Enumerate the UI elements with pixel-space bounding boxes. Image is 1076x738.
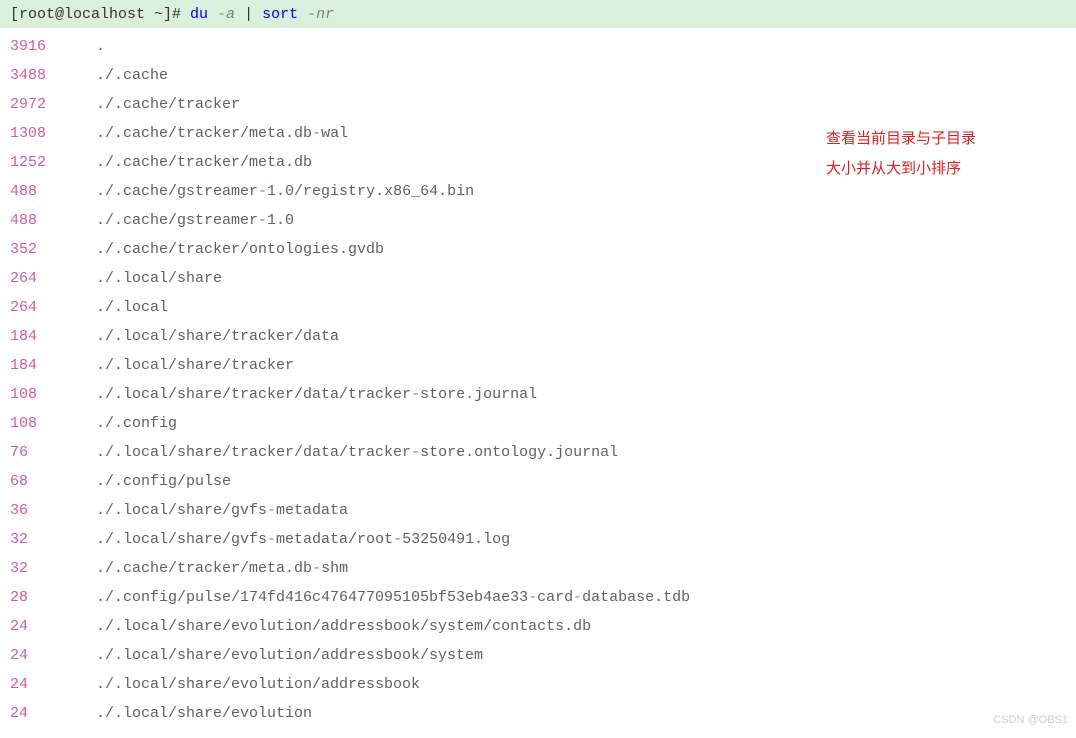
pipe-symbol: |: [244, 6, 262, 23]
size-value: 32: [10, 560, 96, 577]
shell-prompt: [root@localhost ~]#: [10, 6, 190, 23]
path-value: ./.local/share/evolution/addressbook/sys…: [96, 647, 483, 664]
path-value: ./.local/share/gvfs-metadata: [96, 502, 348, 519]
size-value: 352: [10, 241, 96, 258]
output-row: 32./.cache/tracker/meta.db-shm: [10, 554, 1066, 583]
path-value: ./.cache/tracker/ontologies.gvdb: [96, 241, 384, 258]
option-nr: -nr: [298, 6, 334, 23]
path-value: ./.cache/gstreamer-1.0/registry.x86_64.b…: [96, 183, 474, 200]
path-value: ./.local/share: [96, 270, 222, 287]
path-value: ./.cache/tracker/meta.db-wal: [96, 125, 348, 142]
size-value: 3488: [10, 67, 96, 84]
output-row: 2972./.cache/tracker: [10, 90, 1066, 119]
output-row: 264./.local/share: [10, 264, 1066, 293]
path-value: ./.cache/tracker/meta.db: [96, 154, 312, 171]
watermark: CSDN @OBS1: [993, 714, 1068, 726]
size-value: 184: [10, 328, 96, 345]
output-row: 24./.local/share/evolution/addressbook/s…: [10, 641, 1066, 670]
path-value: ./.cache/tracker/meta.db-shm: [96, 560, 348, 577]
output-row: 24./.local/share/evolution/addressbook: [10, 670, 1066, 699]
size-value: 3916: [10, 38, 96, 55]
path-value: ./.local/share/tracker/data: [96, 328, 339, 345]
path-value: ./.local/share/tracker/data/tracker-stor…: [96, 386, 537, 403]
size-value: 76: [10, 444, 96, 461]
size-value: 108: [10, 386, 96, 403]
path-value: ./.local/share/tracker/data/tracker-stor…: [96, 444, 618, 461]
path-value: ./.local: [96, 299, 168, 316]
annotation-line1: 查看当前目录与子目录: [826, 124, 976, 154]
output-row: 28./.config/pulse/174fd416c476477095105b…: [10, 583, 1066, 612]
size-value: 1252: [10, 154, 96, 171]
size-value: 184: [10, 357, 96, 374]
annotation-text: 查看当前目录与子目录 大小并从大到小排序: [826, 124, 976, 184]
output-row: 488./.cache/gstreamer-1.0: [10, 206, 1066, 235]
command-sort: sort: [262, 6, 298, 23]
path-value: ./.local/share/evolution/addressbook/sys…: [96, 618, 591, 635]
output-row: 76./.local/share/tracker/data/tracker-st…: [10, 438, 1066, 467]
output-row: 32./.local/share/gvfs-metadata/root-5325…: [10, 525, 1066, 554]
output-row: 24./.local/share/evolution: [10, 699, 1066, 728]
size-value: 108: [10, 415, 96, 432]
output-row: 36./.local/share/gvfs-metadata: [10, 496, 1066, 525]
output-row: 184./.local/share/tracker/data: [10, 322, 1066, 351]
option-a: -a: [208, 6, 244, 23]
size-value: 24: [10, 676, 96, 693]
output-row: 352./.cache/tracker/ontologies.gvdb: [10, 235, 1066, 264]
path-value: ./.cache/gstreamer-1.0: [96, 212, 294, 229]
size-value: 488: [10, 183, 96, 200]
size-value: 68: [10, 473, 96, 490]
output-row: 3916.: [10, 32, 1066, 61]
output-row: 108./.local/share/tracker/data/tracker-s…: [10, 380, 1066, 409]
path-value: ./.local/share/gvfs-metadata/root-532504…: [96, 531, 510, 548]
size-value: 2972: [10, 96, 96, 113]
size-value: 24: [10, 647, 96, 664]
path-value: ./.cache: [96, 67, 168, 84]
path-value: ./.local/share/evolution/addressbook: [96, 676, 420, 693]
path-value: ./.config/pulse/174fd416c476477095105bf5…: [96, 589, 690, 606]
size-value: 32: [10, 531, 96, 548]
size-value: 264: [10, 299, 96, 316]
output-row: 3488./.cache: [10, 61, 1066, 90]
size-value: 36: [10, 502, 96, 519]
output-row: 24./.local/share/evolution/addressbook/s…: [10, 612, 1066, 641]
annotation-line2: 大小并从大到小排序: [826, 154, 976, 184]
command-prompt-line[interactable]: [root@localhost ~]# du -a | sort -nr: [0, 0, 1076, 28]
size-value: 24: [10, 705, 96, 722]
output-row: 68./.config/pulse: [10, 467, 1066, 496]
path-value: ./.config/pulse: [96, 473, 231, 490]
size-value: 24: [10, 618, 96, 635]
path-value: ./.local/share/tracker: [96, 357, 294, 374]
size-value: 264: [10, 270, 96, 287]
output-row: 264./.local: [10, 293, 1066, 322]
size-value: 1308: [10, 125, 96, 142]
path-value: ./.config: [96, 415, 177, 432]
command-du: du: [190, 6, 208, 23]
size-value: 488: [10, 212, 96, 229]
output-row: 108./.config: [10, 409, 1066, 438]
path-value: ./.cache/tracker: [96, 96, 240, 113]
size-value: 28: [10, 589, 96, 606]
path-value: ./.local/share/evolution: [96, 705, 312, 722]
output-row: 184./.local/share/tracker: [10, 351, 1066, 380]
path-value: .: [96, 38, 105, 55]
